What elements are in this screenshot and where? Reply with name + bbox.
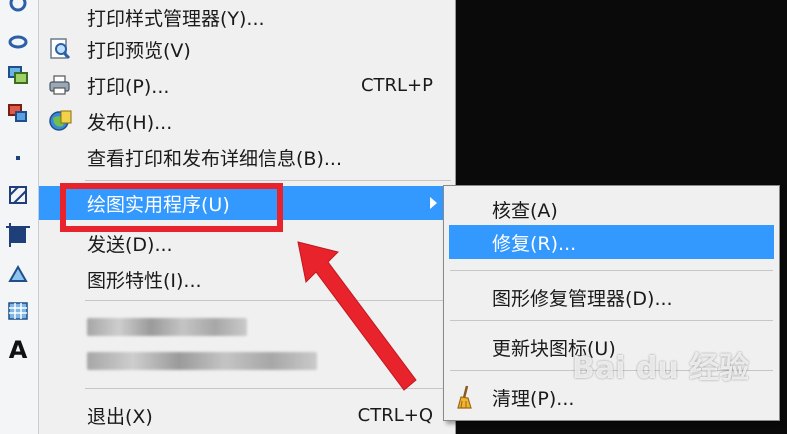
watermark-text: Bai du 经验 <box>572 351 750 386</box>
annotation-arrow-shape <box>297 241 417 391</box>
